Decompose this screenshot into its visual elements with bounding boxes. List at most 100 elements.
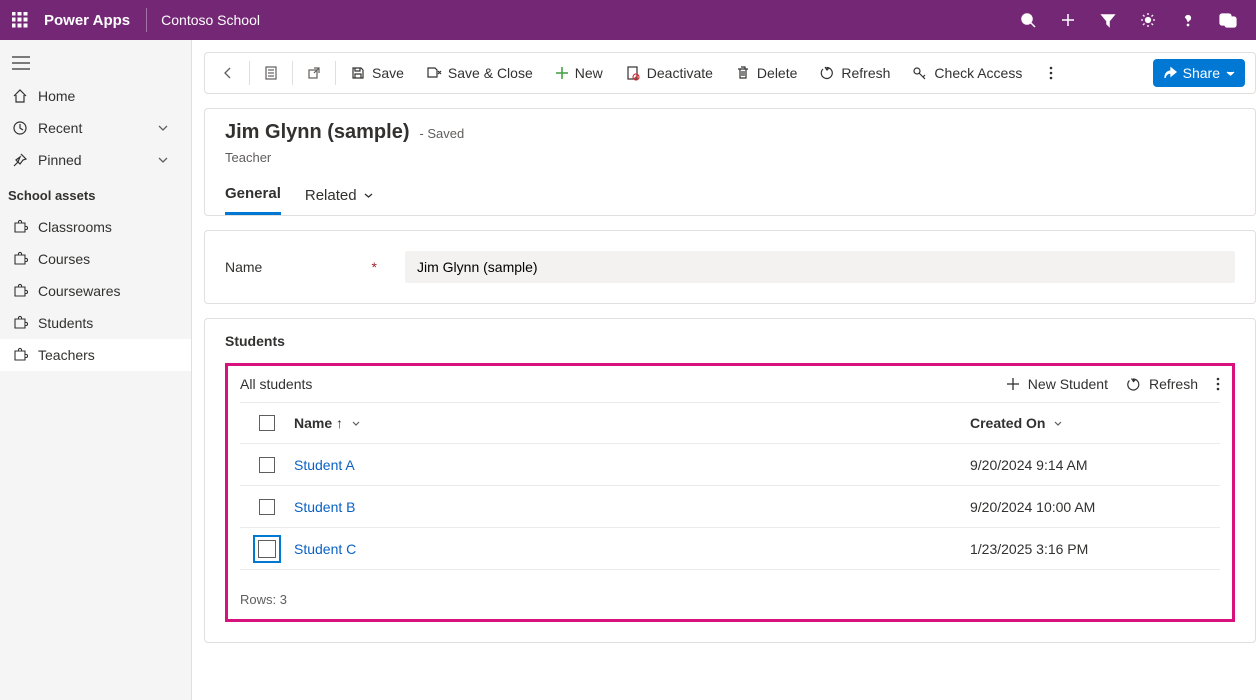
deactivate-icon: [625, 65, 641, 81]
sidebar-item-teachers[interactable]: Teachers: [0, 339, 191, 371]
required-marker: *: [372, 259, 377, 275]
clock-icon: [12, 120, 28, 136]
row-checkbox[interactable]: [259, 499, 275, 515]
puzzle-icon: [12, 347, 28, 363]
sidebar-item-label: Coursewares: [38, 283, 120, 299]
tab-related[interactable]: Related: [305, 185, 374, 215]
puzzle-icon: [12, 283, 28, 299]
new-student-button[interactable]: New Student: [1006, 376, 1108, 392]
cmd-label: Check Access: [934, 65, 1022, 81]
command-bar: Save Save & Close New Deactivate Delete …: [204, 52, 1256, 94]
more-commands-button[interactable]: [1034, 57, 1068, 89]
created-cell: 9/20/2024 10:00 AM: [970, 499, 1220, 515]
puzzle-icon: [12, 251, 28, 267]
save-close-button[interactable]: Save & Close: [416, 57, 543, 89]
rows-count: Rows: 3: [240, 592, 1220, 607]
delete-button[interactable]: Delete: [725, 57, 807, 89]
table-row[interactable]: Student C 1/23/2025 3:16 PM: [240, 528, 1220, 570]
refresh-button[interactable]: Refresh: [809, 57, 900, 89]
popout-button[interactable]: [297, 57, 331, 89]
chevron-down-icon: [157, 154, 169, 166]
record-header: Jim Glynn (sample) - Saved Teacher Gener…: [204, 108, 1256, 216]
sidebar-item-label: Home: [38, 88, 75, 104]
tab-general[interactable]: General: [225, 185, 281, 215]
deactivate-button[interactable]: Deactivate: [615, 57, 723, 89]
created-cell: 1/23/2025 3:16 PM: [970, 541, 1220, 557]
col-header-name[interactable]: Name ↑: [294, 415, 970, 431]
search-icon[interactable]: [1008, 0, 1048, 40]
students-subgrid: Students All students New Student Refres…: [204, 318, 1256, 643]
puzzle-icon: [12, 315, 28, 331]
sidebar-item-students[interactable]: Students: [0, 307, 191, 339]
saved-label: - Saved: [419, 126, 464, 141]
select-all-checkbox[interactable]: [259, 415, 275, 431]
sidebar-item-recent[interactable]: Recent: [0, 112, 191, 144]
trash-icon: [735, 65, 751, 81]
gear-icon[interactable]: [1128, 0, 1168, 40]
share-button[interactable]: Share: [1153, 59, 1245, 87]
student-link[interactable]: Student B: [294, 499, 356, 515]
save-icon: [350, 65, 366, 81]
plus-icon[interactable]: [1048, 0, 1088, 40]
sidebar-section-label: School assets: [0, 176, 191, 211]
table-row[interactable]: Student A 9/20/2024 9:14 AM: [240, 444, 1220, 486]
sidebar-item-courses[interactable]: Courses: [0, 243, 191, 275]
sidebar-item-coursewares[interactable]: Coursewares: [0, 275, 191, 307]
puzzle-icon: [12, 219, 28, 235]
subgrid-refresh-button[interactable]: Refresh: [1126, 376, 1198, 392]
form-selector-button[interactable]: [254, 57, 288, 89]
sidebar-item-label: Pinned: [38, 152, 82, 168]
subgrid-title: Students: [225, 333, 1235, 349]
student-link[interactable]: Student A: [294, 457, 355, 473]
cmd-label: New: [575, 65, 603, 81]
cmd-label: Delete: [757, 65, 797, 81]
brand-label: Power Apps: [44, 12, 130, 29]
app-icon[interactable]: [1208, 0, 1248, 40]
record-title: Jim Glynn (sample): [225, 121, 410, 143]
main-area: Save Save & Close New Deactivate Delete …: [192, 40, 1256, 700]
share-label: Share: [1183, 65, 1220, 81]
new-button[interactable]: New: [545, 57, 613, 89]
separator: [146, 8, 147, 32]
col-header-created[interactable]: Created On: [970, 415, 1220, 431]
name-field[interactable]: [405, 251, 1235, 283]
chevron-down-icon: [1053, 419, 1063, 429]
sidebar-item-pinned[interactable]: Pinned: [0, 144, 191, 176]
name-label: Name *: [225, 259, 385, 275]
sidebar-item-label: Recent: [38, 120, 82, 136]
cmd-label: Refresh: [841, 65, 890, 81]
subgrid-more-button[interactable]: [1216, 376, 1220, 392]
share-icon: [1163, 66, 1177, 80]
sidebar-item-classrooms[interactable]: Classrooms: [0, 211, 191, 243]
refresh-icon: [819, 65, 835, 81]
table-row[interactable]: Student B 9/20/2024 10:00 AM: [240, 486, 1220, 528]
cmd-label: Save & Close: [448, 65, 533, 81]
help-icon[interactable]: [1168, 0, 1208, 40]
row-checkbox[interactable]: [258, 540, 276, 558]
student-link[interactable]: Student C: [294, 541, 356, 557]
back-button[interactable]: [211, 57, 245, 89]
form-section: Name *: [204, 230, 1256, 304]
highlight-box: All students New Student Refresh: [225, 363, 1235, 622]
pin-icon: [12, 152, 28, 168]
view-name[interactable]: All students: [240, 376, 312, 392]
students-table: Name ↑ Created On Student A 9/20/2024 9:…: [240, 402, 1220, 570]
chevron-down-icon: [1226, 69, 1235, 78]
save-button[interactable]: Save: [340, 57, 414, 89]
app-name: Contoso School: [161, 12, 260, 28]
row-checkbox[interactable]: [259, 457, 275, 473]
table-header-row: Name ↑ Created On: [240, 402, 1220, 444]
hamburger-icon[interactable]: [0, 50, 191, 80]
plus-icon: [1006, 377, 1020, 391]
filter-icon[interactable]: [1088, 0, 1128, 40]
sort-asc-icon: ↑: [336, 415, 343, 431]
waffle-icon[interactable]: [8, 8, 32, 32]
chevron-down-icon: [363, 190, 374, 201]
save-close-icon: [426, 65, 442, 81]
chevron-down-icon: [157, 122, 169, 134]
check-access-button[interactable]: Check Access: [902, 57, 1032, 89]
created-cell: 9/20/2024 9:14 AM: [970, 457, 1220, 473]
sidebar-item-home[interactable]: Home: [0, 80, 191, 112]
cmd-label: Deactivate: [647, 65, 713, 81]
refresh-icon: [1126, 377, 1141, 392]
